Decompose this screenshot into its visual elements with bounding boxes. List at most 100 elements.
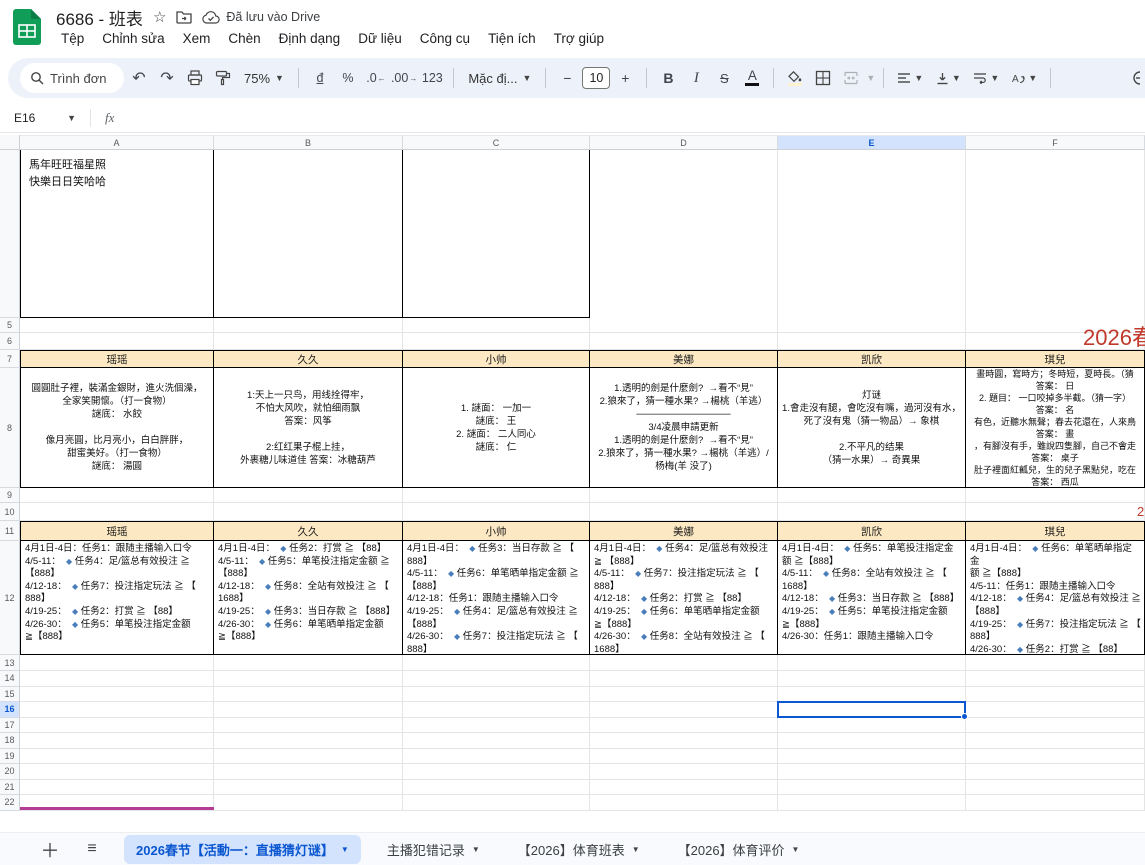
cell-E9[interactable]	[778, 488, 966, 503]
italic-button[interactable]: I	[683, 65, 709, 91]
cell-D6[interactable]	[590, 333, 778, 350]
cell-D17[interactable]	[590, 718, 778, 734]
select-all-corner[interactable]	[0, 135, 20, 150]
cell-E14[interactable]	[778, 671, 966, 687]
cell-E5[interactable]	[778, 318, 966, 333]
cell-C6[interactable]	[403, 333, 590, 350]
cell-D15[interactable]	[590, 687, 778, 703]
cell-E17[interactable]	[778, 718, 966, 734]
cell-F20[interactable]	[966, 764, 1145, 780]
undo-button[interactable]: ↶	[126, 65, 152, 91]
cell-C10[interactable]	[403, 503, 590, 521]
cell-C8[interactable]: 1. 謎面： 一加一謎底： 王2. 謎面： 二人同心謎底： 仁	[403, 368, 590, 488]
cell-F11[interactable]: 琪兒	[966, 521, 1145, 541]
move-folder-icon[interactable]	[176, 10, 192, 24]
cell-B16[interactable]	[214, 702, 403, 718]
save-status[interactable]: Đã lưu vào Drive	[202, 10, 320, 24]
cell-C14[interactable]	[403, 671, 590, 687]
row-header-18[interactable]: 18	[0, 733, 20, 749]
star-icon[interactable]: ☆	[153, 8, 166, 26]
cell-A19[interactable]	[20, 749, 214, 765]
column-header-d[interactable]: D	[590, 135, 778, 150]
all-sheets-button[interactable]: ≡	[78, 840, 106, 858]
cell-A8[interactable]: 圓圓肚子裡，裝滿金銀財，進火洗個澡，全家笑開懷。（打一食物）謎底： 水餃 像月亮…	[20, 368, 214, 488]
cell-C12[interactable]: 4月1日-4日： ◆ 任务3：当日存款 ≧ 【 888】 4/5-11： ◆ 任…	[403, 541, 590, 655]
cell-A21[interactable]	[20, 780, 214, 796]
cell-C18[interactable]	[403, 733, 590, 749]
cell-E8[interactable]: 灯谜1.會走沒有腿，會吃沒有嘴，過河沒有水，死了沒有鬼（猜一物品）→ 象棋 2.…	[778, 368, 966, 488]
cell-D19[interactable]	[590, 749, 778, 765]
name-box[interactable]: E16 ▼	[0, 111, 84, 125]
cell-D9[interactable]	[590, 488, 778, 503]
cell-A5[interactable]	[20, 318, 214, 333]
cell-E10[interactable]	[778, 503, 966, 521]
cell-C1[interactable]	[403, 150, 590, 318]
sheet-tab-1[interactable]: 主播犯错记录 ▼	[375, 835, 492, 864]
cell-F7[interactable]: 琪兒	[966, 350, 1145, 368]
cell-F12[interactable]: 4月1日-4日： ◆ 任务6：单笔晒单指定金 额 ≧【888】 4/5-11：任…	[966, 541, 1145, 655]
strikethrough-button[interactable]: S	[711, 65, 737, 91]
paint-format-button[interactable]	[210, 65, 236, 91]
row-header-13[interactable]: 13	[0, 655, 20, 671]
cell-E13[interactable]	[778, 655, 966, 671]
cell-D20[interactable]	[590, 764, 778, 780]
menu-file[interactable]: Tệp	[54, 29, 91, 48]
cell-B21[interactable]	[214, 780, 403, 796]
cell-D1[interactable]	[590, 150, 778, 318]
cell-D11[interactable]: 美娜	[590, 521, 778, 541]
cell-F17[interactable]	[966, 718, 1145, 734]
cell-E22[interactable]	[778, 795, 966, 811]
text-color-button[interactable]: A	[739, 65, 765, 91]
cell-C16[interactable]	[403, 702, 590, 718]
cell-A15[interactable]	[20, 687, 214, 703]
add-sheet-button[interactable]: ＋	[36, 836, 64, 863]
print-button[interactable]	[182, 65, 208, 91]
cell-B9[interactable]	[214, 488, 403, 503]
sheets-logo-icon[interactable]	[13, 9, 41, 45]
cell-B8[interactable]: 1:天上一只鸟，用线拴得牢，不怕大风吹，就怕细雨飘答案：风筝 2:红红果子棍上挂…	[214, 368, 403, 488]
menu-view[interactable]: Xem	[176, 29, 218, 48]
cell-A13[interactable]	[20, 655, 214, 671]
cell-B17[interactable]	[214, 718, 403, 734]
cell-E11[interactable]: 凯欣	[778, 521, 966, 541]
cell-C7[interactable]: 小帅	[403, 350, 590, 368]
cell-A14[interactable]	[20, 671, 214, 687]
document-title[interactable]: 6686 - 班表	[56, 5, 143, 30]
menu-edit[interactable]: Chỉnh sửa	[95, 29, 171, 48]
increase-decimal-button[interactable]: .00→	[391, 65, 417, 91]
menu-extensions[interactable]: Tiện ích	[481, 29, 543, 48]
cell-B6[interactable]	[214, 333, 403, 350]
cell-E6[interactable]	[778, 333, 966, 350]
cell-F10[interactable]	[966, 503, 1145, 521]
cell-C9[interactable]	[403, 488, 590, 503]
cell-E7[interactable]: 凯欣	[778, 350, 966, 368]
cell-B14[interactable]	[214, 671, 403, 687]
cell-C11[interactable]: 小帅	[403, 521, 590, 541]
selected-cell-outline[interactable]	[777, 701, 966, 718]
selection-fill-handle[interactable]	[961, 713, 968, 720]
row-header-1[interactable]	[0, 150, 20, 318]
format-percent-button[interactable]: %	[335, 65, 361, 91]
row-header-21[interactable]: 21	[0, 780, 20, 796]
cell-A7[interactable]: 瑶瑶	[20, 350, 214, 368]
redo-button[interactable]: ↷	[154, 65, 180, 91]
row-header-16[interactable]: 16	[0, 702, 20, 718]
cell-F22[interactable]	[966, 795, 1145, 811]
cell-B13[interactable]	[214, 655, 403, 671]
merge-options-caret[interactable]: ▼	[866, 73, 875, 83]
decrease-font-size-button[interactable]: −	[554, 65, 580, 91]
row-header-6[interactable]: 6	[0, 333, 20, 350]
cell-A18[interactable]	[20, 733, 214, 749]
column-header-c[interactable]: C	[403, 135, 590, 150]
text-rotation-button[interactable]: A ▼	[1006, 65, 1042, 91]
row-header-14[interactable]: 14	[0, 671, 20, 687]
cell-F1[interactable]	[966, 150, 1145, 318]
cell-C19[interactable]	[403, 749, 590, 765]
increase-font-size-button[interactable]: +	[612, 65, 638, 91]
cell-A10[interactable]	[20, 503, 214, 521]
column-header-e[interactable]: E	[778, 135, 966, 150]
cell-A17[interactable]	[20, 718, 214, 734]
format-currency-button[interactable]: đ	[307, 65, 333, 91]
row-header-10[interactable]: 10	[0, 503, 20, 521]
font-select[interactable]: Mặc đị... ▼	[462, 65, 537, 91]
